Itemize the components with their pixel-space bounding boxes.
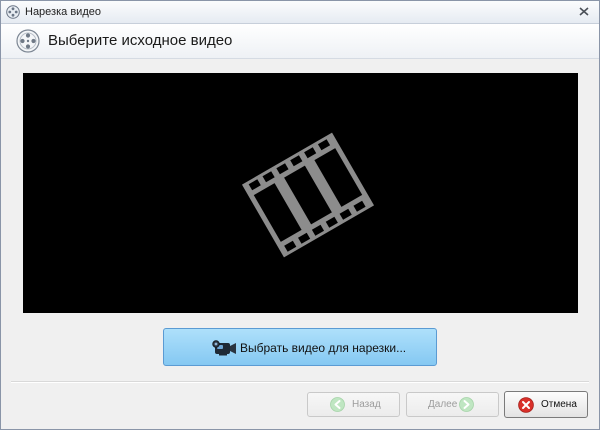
cancel-circle-icon	[518, 397, 534, 413]
page-title: Выберите исходное видео	[48, 32, 233, 49]
film-reel-icon	[16, 29, 40, 53]
title-bar: Нарезка видео	[1, 1, 599, 24]
back-button-label: Назад	[352, 399, 381, 410]
dialog-window: Нарезка видео Выберите исходное видео Вы…	[0, 0, 600, 430]
cancel-button[interactable]: Отмена	[504, 391, 588, 418]
footer-divider	[11, 381, 589, 383]
step-header: Выберите исходное видео	[1, 24, 599, 59]
film-reel-icon	[6, 5, 20, 19]
select-video-label: Выбрать видео для нарезки...	[240, 341, 407, 355]
close-button[interactable]	[573, 3, 595, 20]
camcorder-icon	[212, 340, 236, 356]
film-strip-icon	[241, 132, 375, 258]
window-title: Нарезка видео	[25, 6, 101, 18]
select-video-button[interactable]: Выбрать видео для нарезки...	[163, 328, 437, 366]
arrow-right-circle-icon	[459, 397, 474, 412]
video-preview	[23, 73, 578, 313]
next-button-label: Далее	[428, 399, 458, 410]
next-button[interactable]: Далее	[406, 392, 499, 417]
back-button[interactable]: Назад	[307, 392, 400, 417]
arrow-left-circle-icon	[330, 397, 345, 412]
cancel-button-label: Отмена	[541, 399, 577, 410]
close-icon	[579, 7, 589, 16]
